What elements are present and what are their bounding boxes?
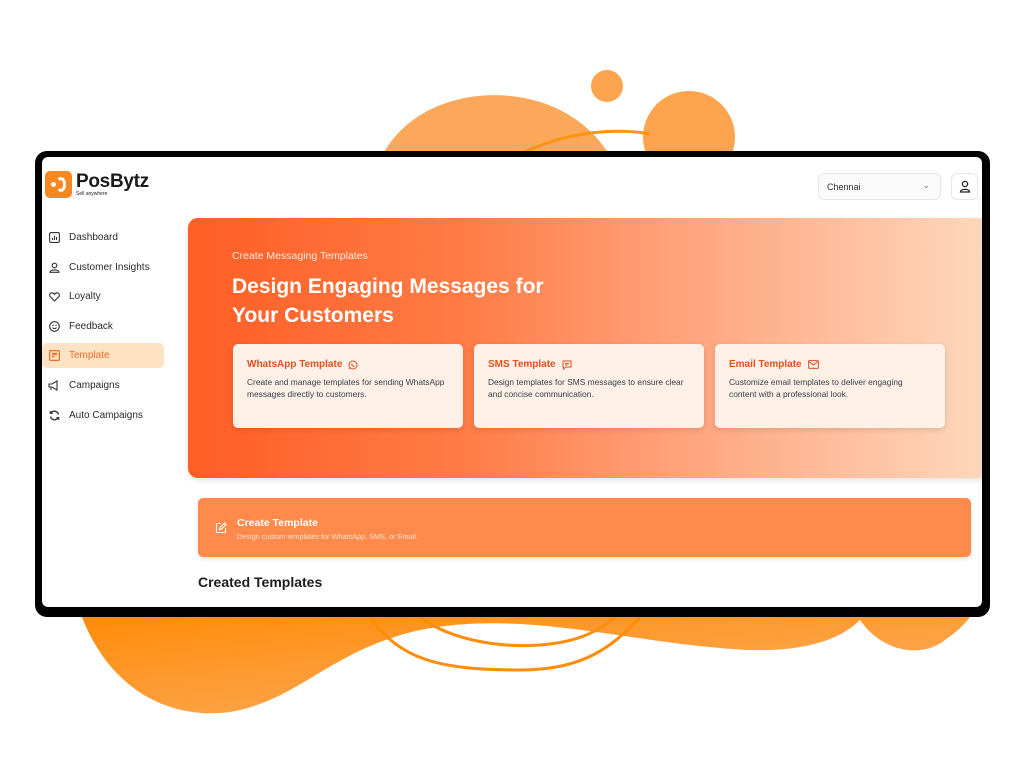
sidebar-item-customer-insights[interactable]: Customer Insights bbox=[42, 255, 164, 280]
sidebar-item-dashboard[interactable]: Dashboard bbox=[42, 225, 164, 250]
brand-tagline: Sell anywhere bbox=[76, 191, 108, 197]
sidebar-item-campaigns[interactable]: Campaigns bbox=[42, 373, 164, 398]
branch-select[interactable]: Chennai ⌄ bbox=[818, 173, 941, 200]
edit-icon bbox=[215, 521, 227, 539]
created-templates-heading: Created Templates bbox=[198, 574, 323, 590]
mail-icon bbox=[807, 360, 819, 369]
device-frame: PosBytz Sell anywhere Chennai ⌄ Dashboar… bbox=[35, 151, 990, 617]
chevron-down-icon: ⌄ bbox=[922, 180, 930, 190]
create-template-button[interactable]: Create Template Design custom templates … bbox=[198, 498, 971, 557]
sidebar-item-label: Auto Campaigns bbox=[69, 409, 143, 421]
whatsapp-icon bbox=[348, 360, 358, 370]
user-profile-button[interactable] bbox=[951, 173, 978, 200]
card-description: Customize email templates to deliver eng… bbox=[729, 377, 903, 399]
message-icon bbox=[562, 360, 572, 370]
sidebar-item-loyalty[interactable]: Loyalty bbox=[42, 284, 164, 309]
sidebar-item-label: Feedback bbox=[69, 320, 113, 332]
hero-title: Design Engaging Messages for Your Custom… bbox=[232, 275, 544, 327]
card-description: Design templates for SMS messages to ens… bbox=[488, 377, 684, 399]
sidebar-item-label: Template bbox=[69, 350, 110, 362]
template-icon bbox=[48, 350, 60, 362]
chart-icon bbox=[48, 232, 60, 244]
sidebar-nav: Dashboard Customer Insights Loyalty Feed… bbox=[42, 225, 172, 432]
hero-banner: Create Messaging Templates Design Engagi… bbox=[188, 218, 982, 478]
logo-icon bbox=[45, 171, 72, 198]
sms-template-card[interactable]: SMS Template Design templates for SMS me… bbox=[474, 344, 704, 428]
megaphone-icon bbox=[48, 379, 60, 391]
create-template-title: Create Template bbox=[237, 517, 318, 529]
sidebar-item-label: Customer Insights bbox=[69, 261, 150, 273]
email-template-card[interactable]: Email Template Customize email templates… bbox=[715, 344, 945, 428]
stage: PosBytz Sell anywhere Chennai ⌄ Dashboar… bbox=[0, 0, 1024, 768]
branch-select-value: Chennai bbox=[827, 182, 861, 192]
create-template-subtitle: Design custom templates for WhatsApp, SM… bbox=[237, 532, 418, 541]
blob-dot-small bbox=[591, 70, 623, 102]
card-title: SMS Template bbox=[488, 359, 556, 370]
brand-logo[interactable]: PosBytz Sell anywhere bbox=[45, 171, 149, 198]
card-description: Create and manage templates for sending … bbox=[247, 377, 445, 399]
sidebar-item-label: Loyalty bbox=[69, 291, 101, 303]
user-icon bbox=[959, 180, 971, 193]
card-title: Email Template bbox=[729, 359, 802, 370]
hero-eyebrow: Create Messaging Templates bbox=[232, 250, 368, 262]
refresh-icon bbox=[48, 409, 60, 421]
sidebar-item-feedback[interactable]: Feedback bbox=[42, 314, 164, 339]
user-icon bbox=[48, 261, 60, 273]
heart-icon bbox=[48, 291, 60, 303]
sidebar-item-template[interactable]: Template bbox=[42, 343, 164, 369]
whatsapp-template-card[interactable]: WhatsApp Template Create and manage temp… bbox=[233, 344, 463, 428]
sidebar-item-auto-campaigns[interactable]: Auto Campaigns bbox=[42, 403, 164, 428]
card-title: WhatsApp Template bbox=[247, 359, 343, 370]
app-screen: PosBytz Sell anywhere Chennai ⌄ Dashboar… bbox=[42, 157, 982, 607]
smiley-icon bbox=[48, 320, 60, 332]
sidebar-item-label: Dashboard bbox=[69, 232, 118, 243]
blob-bottom bbox=[82, 617, 970, 714]
brand-name: PosBytz bbox=[76, 171, 149, 192]
sidebar-item-label: Campaigns bbox=[69, 379, 120, 391]
